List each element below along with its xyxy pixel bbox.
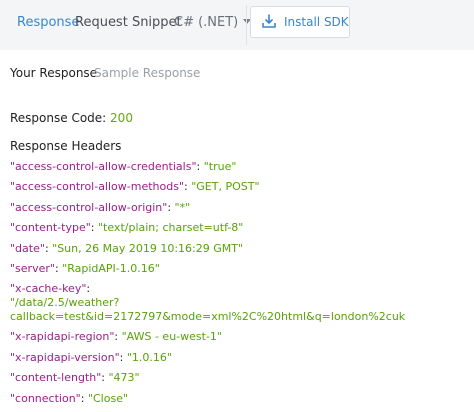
header-row: "connection": "Close" [10, 391, 129, 405]
header-row: "content-type": "text/plain; charset=utf… [10, 221, 244, 235]
header-row: "access-control-allow-credentials": "tru… [10, 160, 237, 173]
header-value: "true" [203, 160, 237, 173]
header-row: "date": "Sun, 26 May 2019 10:16:29 GMT" [10, 241, 244, 255]
header-value: "1.0.16" [126, 350, 172, 364]
tab-request-snippet[interactable]: Request Snippet [75, 15, 182, 30]
header-key: "x-rapidapi-version" [10, 350, 120, 364]
header-key: "date" [10, 241, 45, 255]
header-key: "server" [10, 262, 55, 276]
header-key: "connection" [10, 391, 81, 405]
header-value: "GET, POST" [191, 180, 260, 194]
header-key: "content-length" [10, 371, 102, 385]
header-value: "*" [174, 200, 191, 214]
header-row: "server": "RapidAPI-1.0.16" [10, 262, 160, 276]
header-row: "access-control-allow-methods": "GET, PO… [10, 180, 260, 194]
install-sdk-label: Install SDK [284, 15, 349, 29]
header-key: "x-rapidapi-region" [10, 330, 115, 344]
header-key: "content-type" [10, 221, 91, 235]
response-headers-title: Response Headers [10, 139, 122, 153]
response-code-label: Response Code: [10, 111, 107, 125]
header-key: "access-control-allow-credentials" [10, 160, 197, 173]
header-row: "x-cache-key": "/data/2.5/weather?callba… [10, 282, 406, 324]
header-value: "RapidAPI-1.0.16" [62, 262, 160, 276]
header-value: "text/plain; charset=utf-8" [97, 221, 244, 235]
tab-your-response[interactable]: Your Response [10, 66, 97, 80]
header-value: "/data/2.5/weather?callback=test&id=2172… [10, 296, 406, 324]
header-value: "AWS - eu-west-1" [121, 330, 222, 344]
language-value: C# (.NET) [174, 15, 239, 30]
tab-sample-response[interactable]: Sample Response [94, 66, 200, 80]
tab-response[interactable]: Response [17, 15, 79, 30]
install-sdk-button[interactable]: Install SDK [250, 6, 350, 38]
response-code: Response Code: 200 [10, 111, 133, 125]
response-headers-list: "access-control-allow-credentials": "tru… [10, 157, 470, 409]
header-value: "Close" [87, 391, 129, 405]
top-toolbar: Response Request Snippet C# (.NET) Insta… [0, 0, 474, 50]
language-dropdown[interactable]: C# (.NET) [174, 15, 252, 30]
toolbar-divider [246, 5, 247, 45]
download-tray-icon [262, 14, 276, 28]
response-code-value: 200 [110, 111, 133, 125]
header-row: "x-rapidapi-version": "1.0.16" [10, 350, 172, 364]
header-value: "473" [108, 371, 140, 385]
header-key: "x-cache-key" [10, 282, 87, 296]
header-row: "x-rapidapi-region": "AWS - eu-west-1" [10, 330, 222, 344]
header-row: "access-control-allow-origin": "*" [10, 200, 191, 214]
header-key: "access-control-allow-methods" [10, 180, 185, 194]
header-row: "content-length": "473" [10, 371, 140, 385]
header-value: "Sun, 26 May 2019 10:16:29 GMT" [52, 241, 244, 255]
header-key: "access-control-allow-origin" [10, 200, 168, 214]
